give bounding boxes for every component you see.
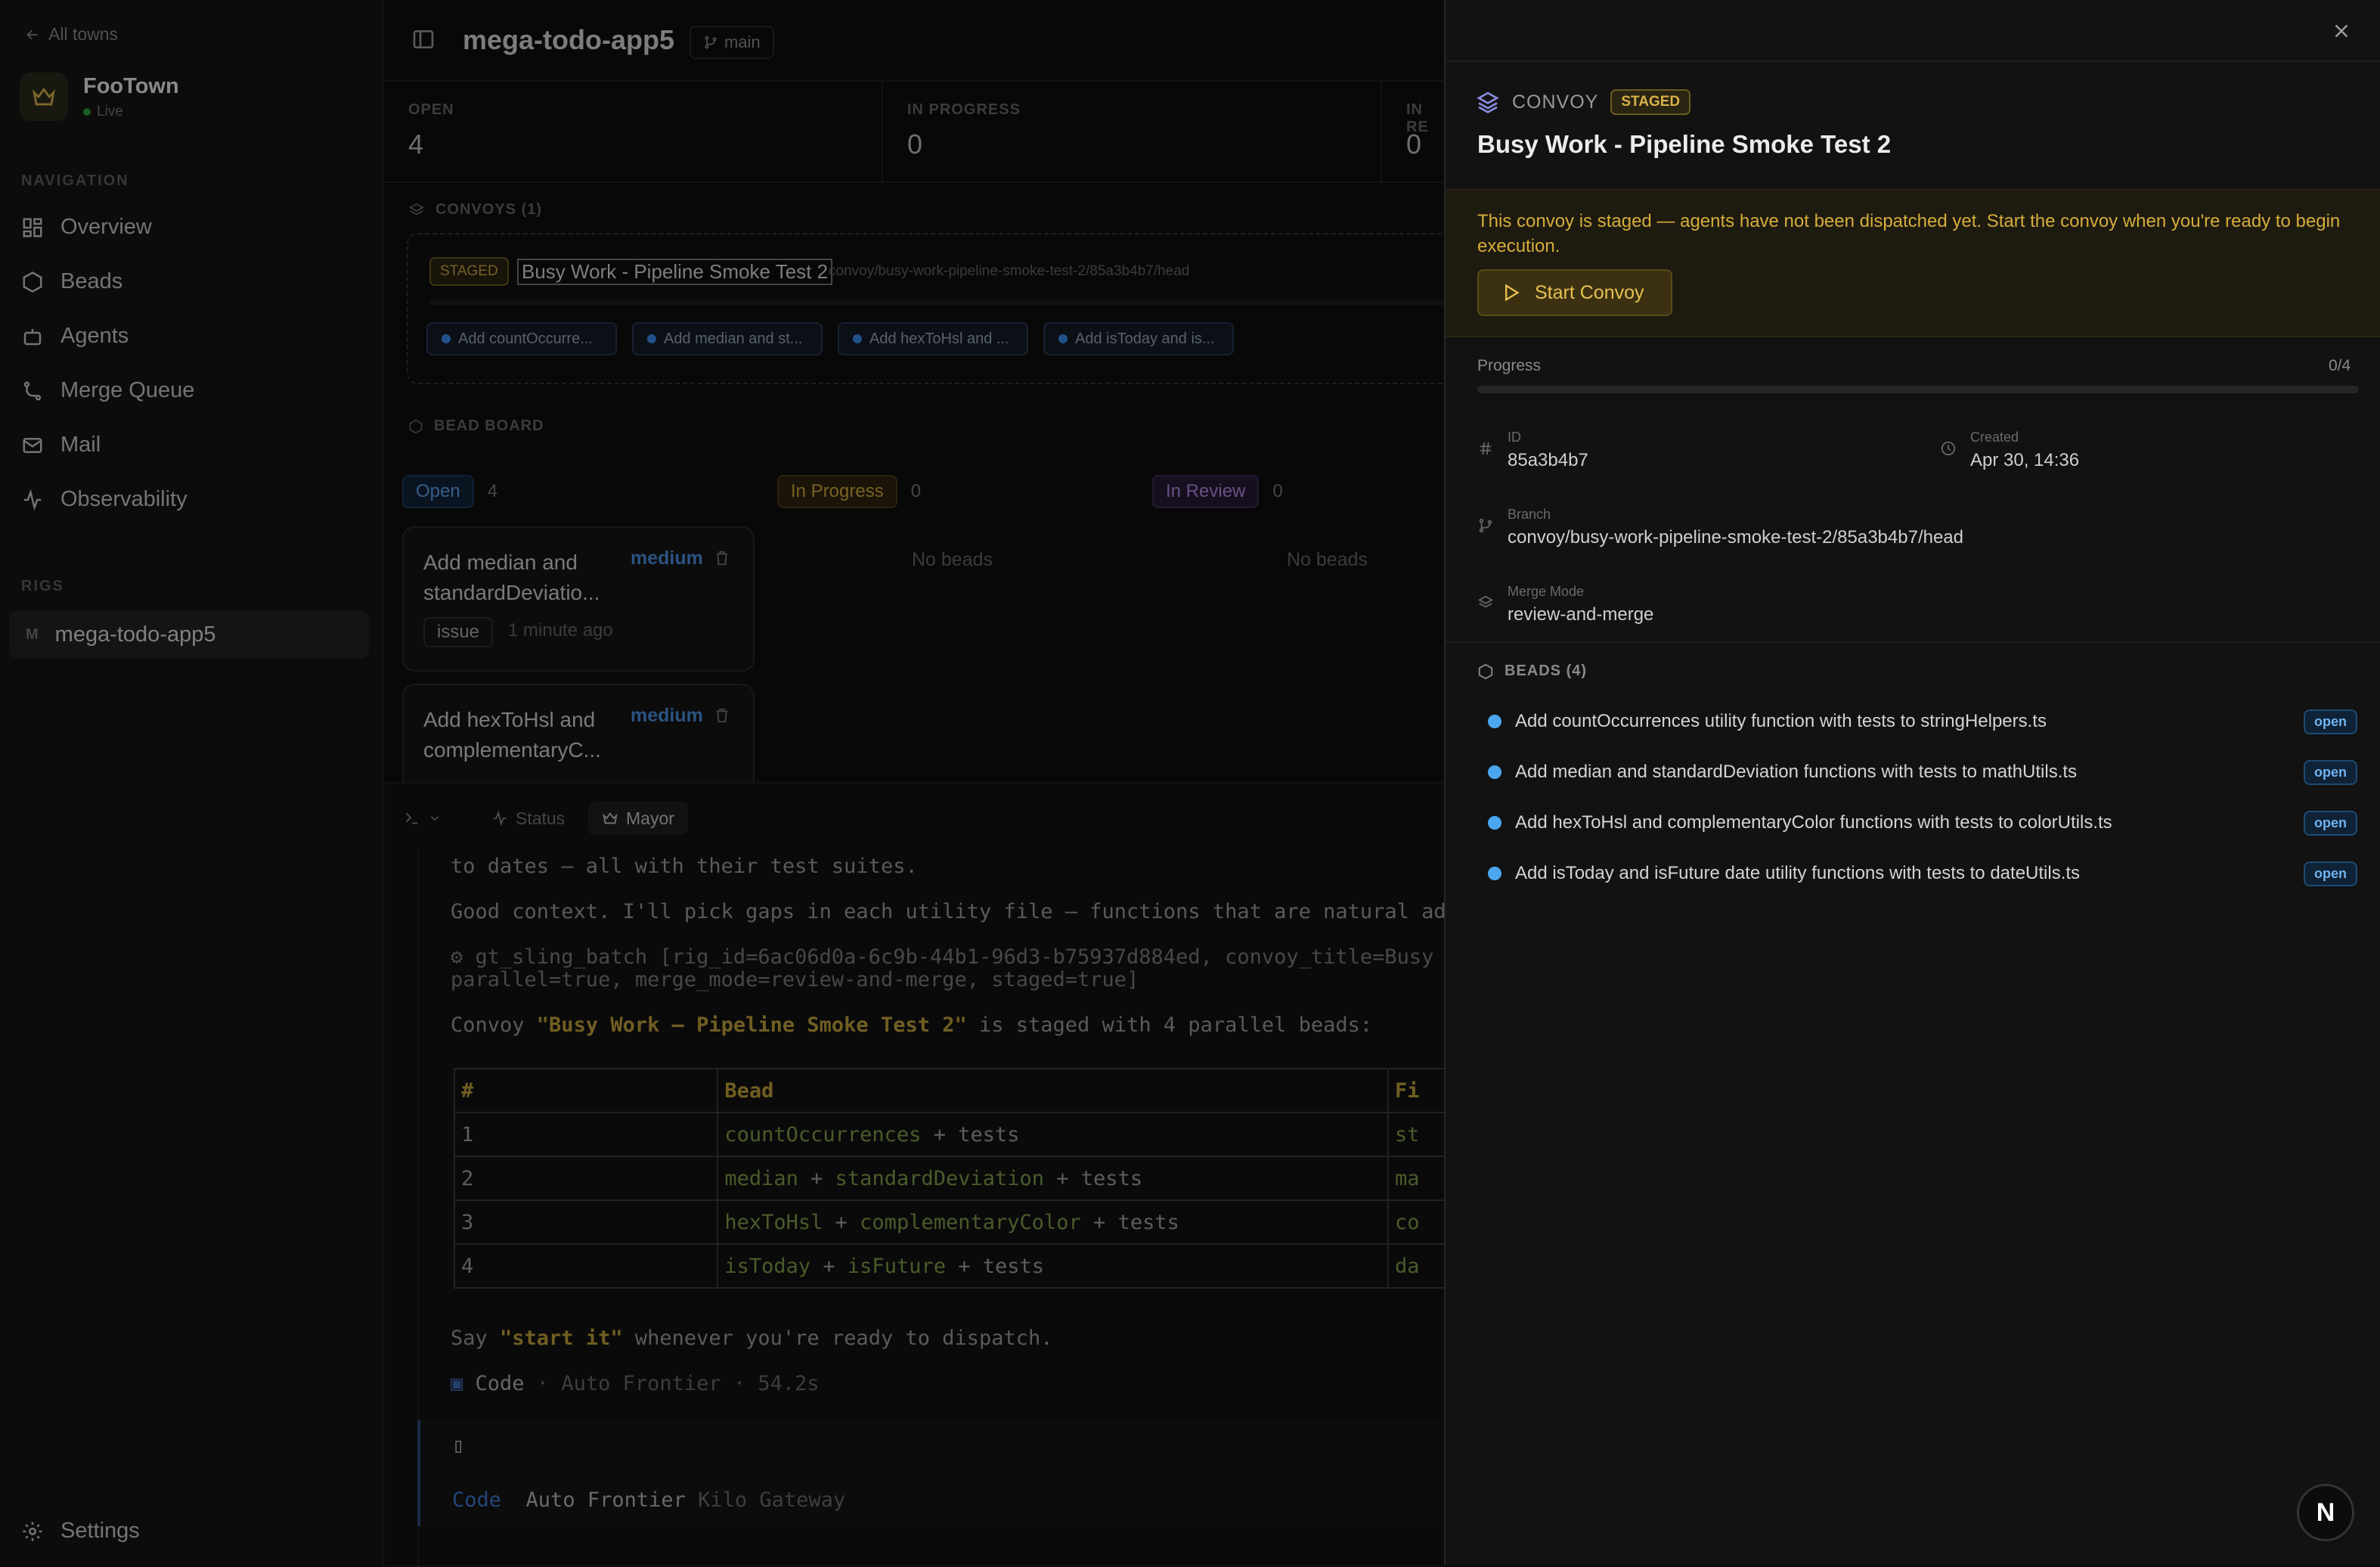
- modal-backdrop[interactable]: [0, 0, 1444, 1565]
- meta-id: ID 85a3b4b7: [1480, 430, 1588, 471]
- list-item[interactable]: Add countOccurrences utility function wi…: [1488, 706, 2357, 737]
- meta-branch: Branch convoy/busy-work-pipeline-smoke-t…: [1479, 507, 1963, 548]
- bead-label: Add hexToHsl and complementaryColor func…: [1515, 812, 2112, 833]
- status-badge: open: [2304, 810, 2357, 836]
- bead-label: Add median and standardDeviation functio…: [1515, 762, 2078, 782]
- start-convoy-label: Start Convoy: [1535, 281, 1644, 303]
- meta-created-value: Apr 30, 14:36: [1970, 450, 2080, 470]
- panel-title: Busy Work - Pipeline Smoke Test 2: [1477, 130, 1892, 158]
- meta-id-label: ID: [1508, 430, 1521, 445]
- divider: [1446, 641, 2380, 643]
- meta-merge-value: review-and-merge: [1508, 604, 1654, 625]
- staged-banner: This convoy is staged — agents have not …: [1446, 189, 2380, 337]
- hexagon-icon: [1478, 663, 1493, 679]
- meta-merge-label: Merge Mode: [1508, 584, 1585, 599]
- list-item[interactable]: Add isToday and isFuture date utility fu…: [1488, 858, 2357, 889]
- beads-heading: BEADS (4): [1477, 662, 1587, 680]
- progress-bar: [1477, 386, 2359, 393]
- progress-label: Progress: [1477, 357, 1542, 374]
- progress-count: 0/4: [2329, 357, 2351, 374]
- hash-icon: [1480, 442, 1492, 455]
- app-logo-button[interactable]: N: [2297, 1484, 2354, 1541]
- meta-branch-label: Branch: [1508, 507, 1551, 522]
- status-dot-icon: [1488, 715, 1501, 728]
- status-dot-icon: [1488, 867, 1501, 880]
- divider: [1446, 61, 2380, 62]
- meta-id-value: 85a3b4b7: [1508, 450, 1588, 470]
- convoy-detail-panel: CONVOY STAGED Busy Work - Pipeline Smoke…: [1444, 0, 2380, 1565]
- status-badge: open: [2304, 709, 2357, 734]
- staged-banner-text: This convoy is staged — agents have not …: [1477, 211, 2341, 256]
- status-badge: open: [2304, 759, 2357, 785]
- beads-heading-label: BEADS (4): [1505, 662, 1588, 679]
- close-icon[interactable]: [2330, 20, 2353, 42]
- meta-created: Created Apr 30, 14:36: [1941, 430, 2080, 471]
- status-badge: open: [2304, 861, 2357, 886]
- bead-label: Add countOccurrences utility function wi…: [1515, 711, 2047, 731]
- meta-merge-mode: Merge Mode review-and-merge: [1477, 584, 1654, 625]
- meta-created-label: Created: [1970, 430, 2019, 445]
- list-item[interactable]: Add hexToHsl and complementaryColor func…: [1488, 808, 2357, 838]
- git-branch-icon: [1479, 518, 1492, 533]
- play-icon: [1505, 284, 1520, 302]
- panel-kind-label: CONVOY: [1512, 91, 1599, 113]
- layers-icon: [1477, 595, 1494, 608]
- panel-kind: CONVOY STAGED: [1476, 89, 1691, 115]
- start-convoy-button[interactable]: Start Convoy: [1477, 269, 1672, 316]
- list-item[interactable]: Add median and standardDeviation functio…: [1488, 757, 2357, 787]
- panel-status-badge: STAGED: [1610, 89, 1691, 115]
- status-dot-icon: [1488, 765, 1501, 779]
- bead-label: Add isToday and isFuture date utility fu…: [1515, 863, 2081, 883]
- clock-icon: [1941, 441, 1956, 456]
- layers-icon: [1477, 92, 1499, 113]
- status-dot-icon: [1488, 816, 1501, 830]
- meta-branch-value: convoy/busy-work-pipeline-smoke-test-2/8…: [1508, 527, 1963, 548]
